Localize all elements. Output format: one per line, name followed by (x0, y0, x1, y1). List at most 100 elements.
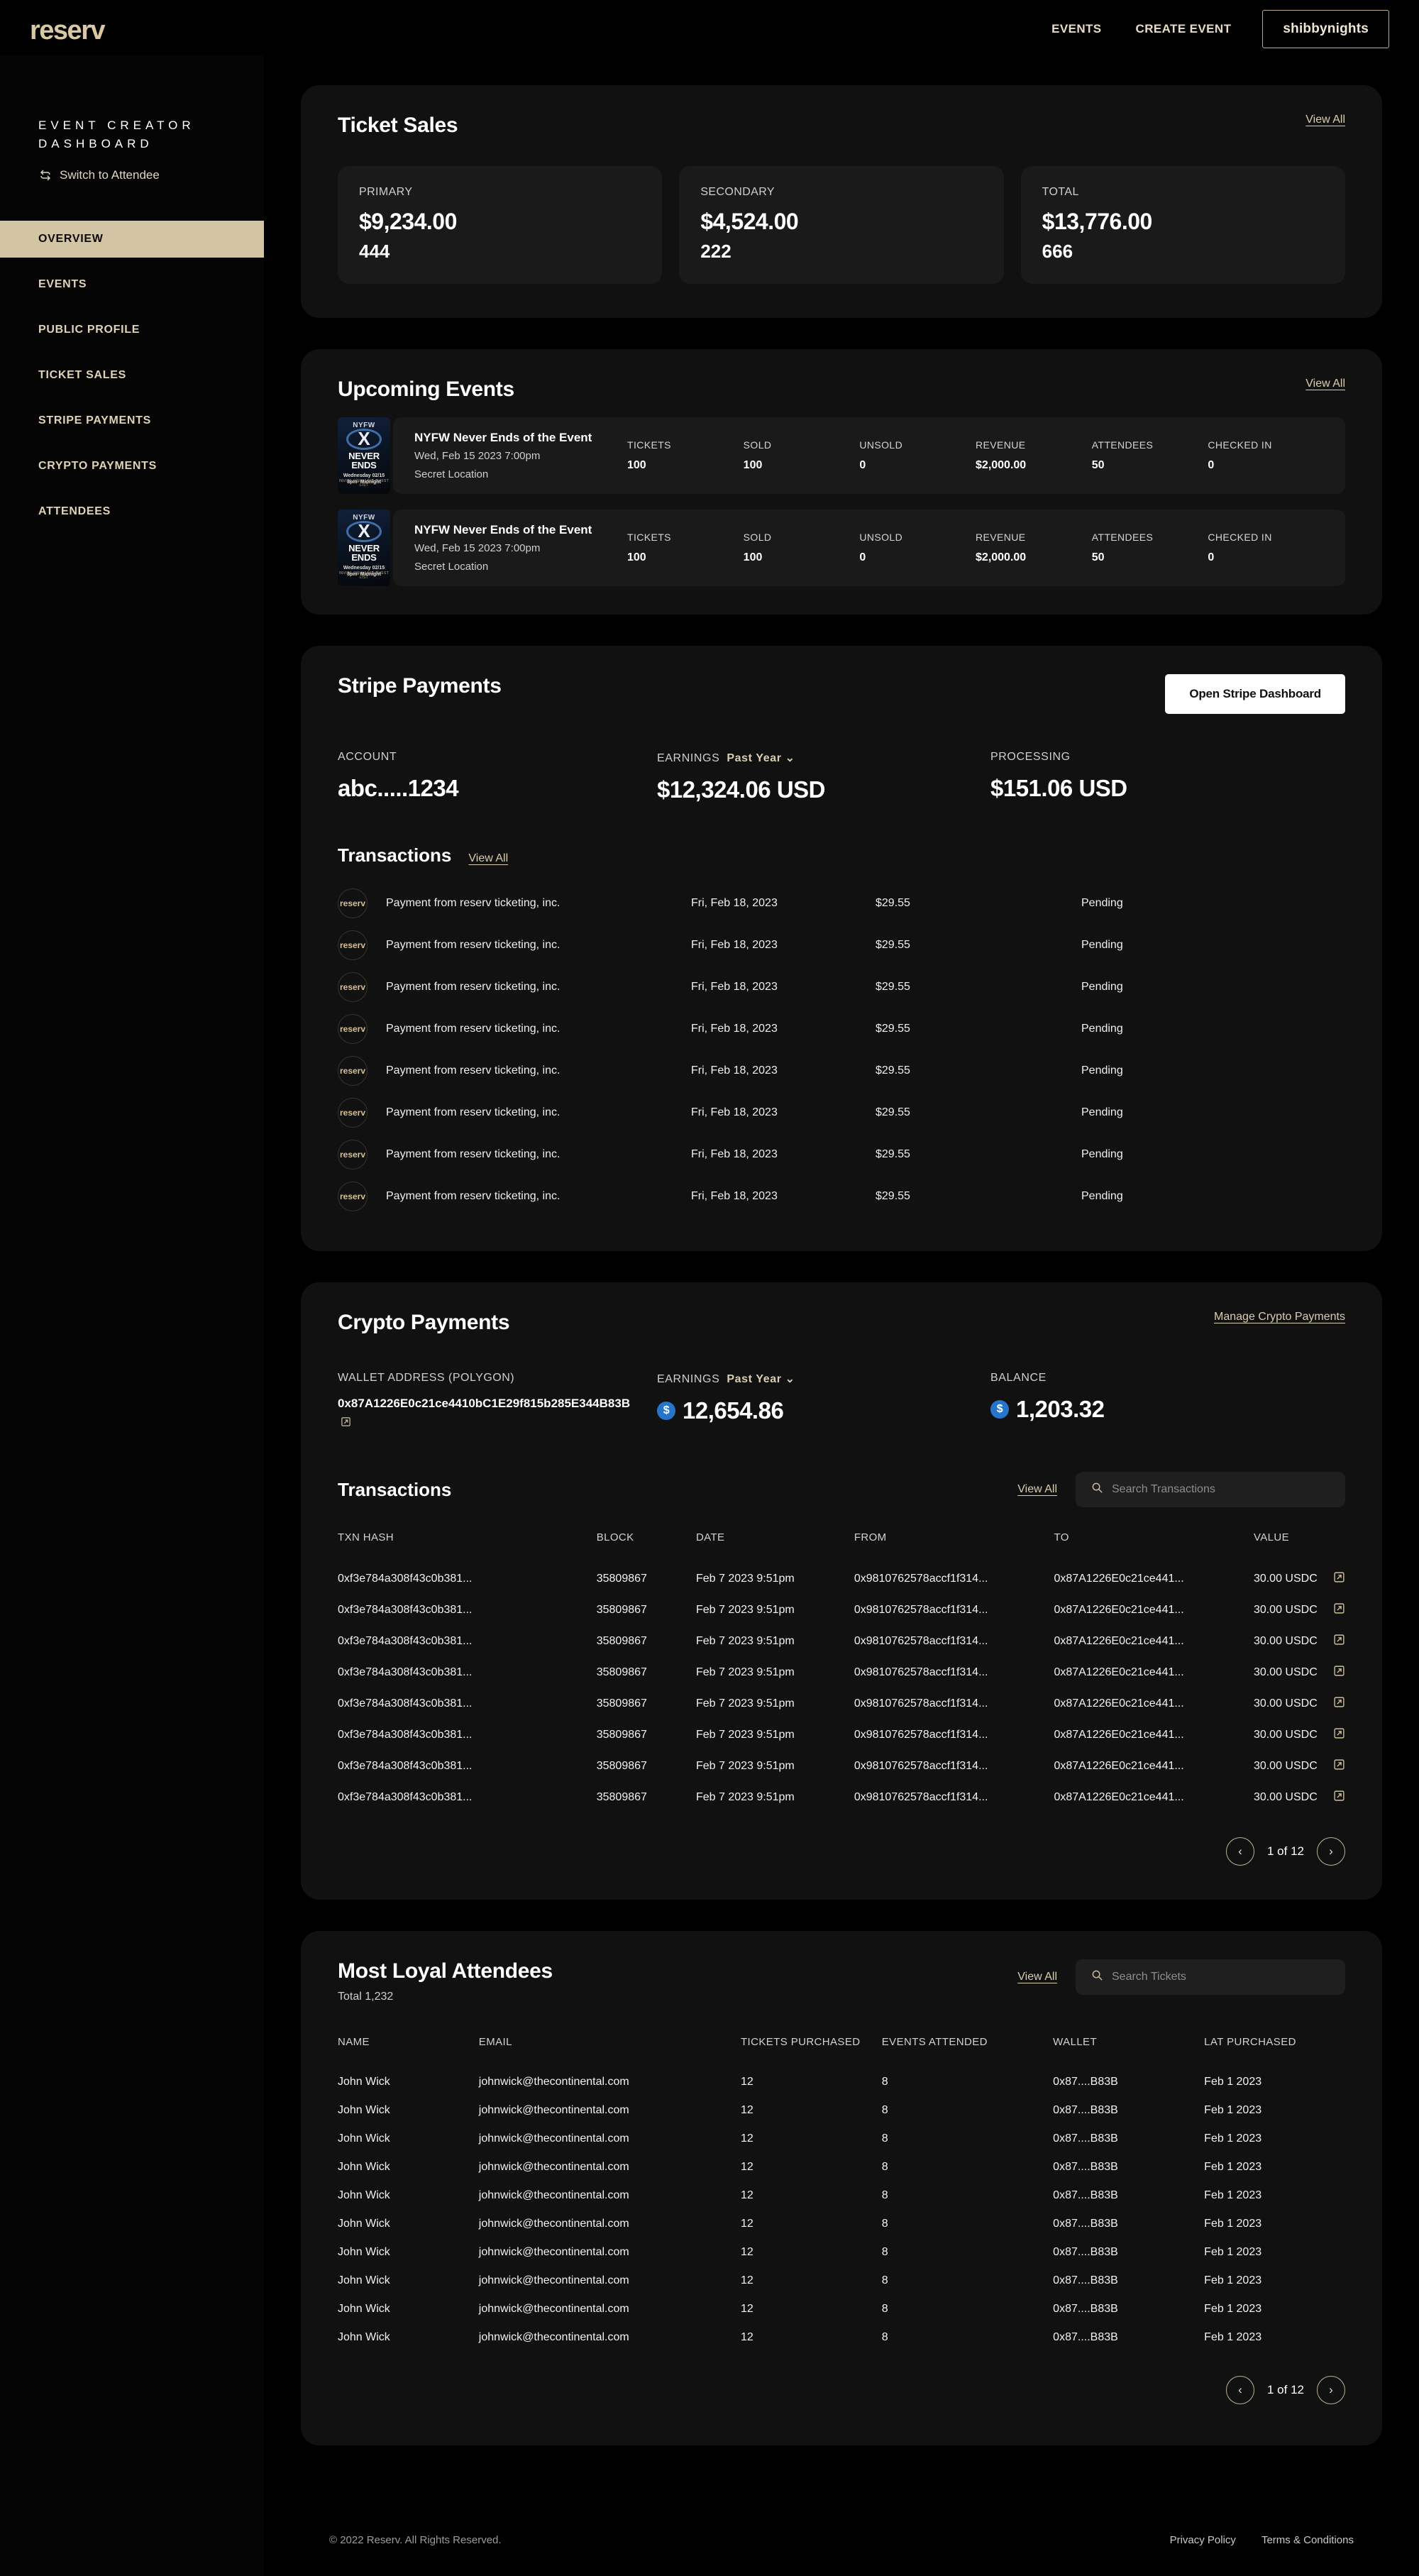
sidebar-item-overview[interactable]: OVERVIEW (0, 221, 264, 258)
nav-create-event-link[interactable]: CREATE EVENT (1133, 16, 1235, 42)
sidebar-item-stripe-payments[interactable]: STRIPE PAYMENTS (0, 402, 264, 439)
external-link-icon[interactable] (1333, 1719, 1345, 1751)
block-cell: 35809867 (597, 1595, 696, 1626)
table-row[interactable]: John Wick johnwick@thecontinental.com 12… (338, 2181, 1345, 2210)
transaction-description: Payment from reserv ticketing, inc. (386, 1106, 691, 1119)
last-purchased-cell: Feb 1 2023 (1204, 2267, 1345, 2295)
transaction-status: Pending (1081, 1106, 1123, 1119)
transaction-row[interactable]: reserv Payment from reserv ticketing, in… (338, 924, 1345, 966)
stripe-account-label: ACCOUNT (338, 751, 397, 764)
event-location: Secret Location (414, 561, 627, 573)
transaction-row[interactable]: reserv Payment from reserv ticketing, in… (338, 882, 1345, 924)
open-stripe-dashboard-button[interactable]: Open Stripe Dashboard (1165, 674, 1345, 714)
pagination-next-button[interactable]: › (1317, 1837, 1345, 1866)
table-row[interactable]: 0xf3e784a308f43c0b381... 35809867 Feb 7 … (338, 1688, 1345, 1719)
stat-card-total: TOTAL $13,776.00 666 (1021, 166, 1345, 284)
table-row[interactable]: 0xf3e784a308f43c0b381... 35809867 Feb 7 … (338, 1657, 1345, 1688)
search-transactions-input[interactable]: Search Transactions (1076, 1472, 1345, 1507)
table-row[interactable]: John Wick johnwick@thecontinental.com 12… (338, 2210, 1345, 2238)
table-row[interactable]: 0xf3e784a308f43c0b381... 35809867 Feb 7 … (338, 1626, 1345, 1657)
external-link-icon[interactable] (341, 1414, 351, 1425)
terms-conditions-link[interactable]: Terms & Conditions (1261, 2534, 1354, 2546)
block-cell: 35809867 (597, 1626, 696, 1657)
stripe-earnings-period-dropdown[interactable]: Past Year ⌄ (727, 751, 795, 765)
event-row[interactable]: NYFWX NEVERENDS Wednesday 02/15 8pm- Mid… (338, 417, 1345, 494)
column-header: FROM (854, 1531, 1054, 1563)
sidebar-item-ticket-sales[interactable]: TICKET SALES (0, 357, 264, 394)
txn-hash-cell: 0xf3e784a308f43c0b381... (338, 1563, 597, 1595)
crypto-transactions-view-all-link[interactable]: View All (1017, 1483, 1057, 1496)
sidebar-item-events[interactable]: EVENTS (0, 266, 264, 303)
table-row[interactable]: 0xf3e784a308f43c0b381... 35809867 Feb 7 … (338, 1563, 1345, 1595)
pagination-prev-button[interactable]: ‹ (1226, 1837, 1254, 1866)
external-link-icon[interactable] (1333, 1626, 1345, 1657)
external-link-icon[interactable] (1333, 1657, 1345, 1688)
event-stat-label: TICKETS (627, 532, 744, 543)
wallet-cell: 0x87....B83B (1053, 2238, 1204, 2267)
transaction-row[interactable]: reserv Payment from reserv ticketing, in… (338, 1050, 1345, 1091)
ticket-sales-view-all-link[interactable]: View All (1305, 114, 1345, 126)
transaction-date: Fri, Feb 18, 2023 (691, 1148, 876, 1161)
transaction-description: Payment from reserv ticketing, inc. (386, 1064, 691, 1077)
nav-events-link[interactable]: EVENTS (1049, 16, 1104, 42)
user-account-button[interactable]: shibbynights (1262, 10, 1389, 48)
events-attended-cell: 8 (882, 2153, 1053, 2181)
last-purchased-cell: Feb 1 2023 (1204, 2238, 1345, 2267)
event-stat-label: UNSOLD (859, 439, 976, 451)
table-row[interactable]: 0xf3e784a308f43c0b381... 35809867 Feb 7 … (338, 1751, 1345, 1782)
table-row[interactable]: John Wick johnwick@thecontinental.com 12… (338, 2267, 1345, 2295)
switch-to-attendee-label: Switch to Attendee (60, 168, 160, 182)
external-link-icon[interactable] (1333, 1563, 1345, 1595)
attendees-total: Total 1,232 (338, 1991, 553, 2003)
attendees-view-all-link[interactable]: View All (1017, 1971, 1057, 1983)
privacy-policy-link[interactable]: Privacy Policy (1170, 2534, 1236, 2546)
wallet-cell: 0x87....B83B (1053, 2295, 1204, 2323)
event-stat-value: $2,000.00 (976, 551, 1092, 564)
external-link-icon[interactable] (1333, 1751, 1345, 1782)
crypto-wallet-kpi: WALLET ADDRESS (POLYGON) 0x87A1226E0c21c… (338, 1372, 657, 1431)
external-link-icon[interactable] (1333, 1595, 1345, 1626)
value-cell: 30.00 USDC (1254, 1688, 1333, 1719)
crypto-earnings-label: EARNINGS (657, 1373, 719, 1386)
table-row[interactable]: John Wick johnwick@thecontinental.com 12… (338, 2068, 1345, 2096)
stripe-transactions-view-all-link[interactable]: View All (468, 852, 508, 865)
crypto-earnings-period-dropdown[interactable]: Past Year ⌄ (727, 1372, 795, 1386)
table-row[interactable]: 0xf3e784a308f43c0b381... 35809867 Feb 7 … (338, 1719, 1345, 1751)
pagination-next-button[interactable]: › (1317, 2376, 1345, 2404)
crypto-pagination: ‹ 1 of 12 › (338, 1837, 1345, 1866)
upcoming-events-view-all-link[interactable]: View All (1305, 378, 1345, 390)
table-row[interactable]: John Wick johnwick@thecontinental.com 12… (338, 2096, 1345, 2125)
table-row[interactable]: John Wick johnwick@thecontinental.com 12… (338, 2238, 1345, 2267)
table-row[interactable]: John Wick johnwick@thecontinental.com 12… (338, 2153, 1345, 2181)
event-row[interactable]: NYFWX NEVERENDS Wednesday 02/15 8pm- Mid… (338, 510, 1345, 586)
reserv-logo[interactable]: reserv (30, 16, 104, 46)
table-row[interactable]: John Wick johnwick@thecontinental.com 12… (338, 2323, 1345, 2352)
table-row[interactable]: 0xf3e784a308f43c0b381... 35809867 Feb 7 … (338, 1782, 1345, 1813)
event-stat-value: 50 (1092, 459, 1208, 472)
tickets-purchased-cell: 12 (741, 2096, 882, 2125)
value-cell: 30.00 USDC (1254, 1657, 1333, 1688)
transaction-row[interactable]: reserv Payment from reserv ticketing, in… (338, 966, 1345, 1008)
table-row[interactable]: John Wick johnwick@thecontinental.com 12… (338, 2295, 1345, 2323)
pagination-prev-button[interactable]: ‹ (1226, 2376, 1254, 2404)
table-row[interactable]: 0xf3e784a308f43c0b381... 35809867 Feb 7 … (338, 1595, 1345, 1626)
search-tickets-input[interactable]: Search Tickets (1076, 1959, 1345, 1995)
sidebar-item-attendees[interactable]: ATTENDEES (0, 493, 264, 530)
wallet-cell: 0x87....B83B (1053, 2267, 1204, 2295)
transaction-row[interactable]: reserv Payment from reserv ticketing, in… (338, 1008, 1345, 1050)
tickets-purchased-cell: 12 (741, 2267, 882, 2295)
external-link-icon[interactable] (1333, 1688, 1345, 1719)
sidebar-item-crypto-payments[interactable]: CRYPTO PAYMENTS (0, 448, 264, 485)
manage-crypto-payments-link[interactable]: Manage Crypto Payments (1214, 1311, 1345, 1323)
sidebar-item-public-profile[interactable]: PUBLIC PROFILE (0, 312, 264, 348)
switch-to-attendee-button[interactable]: Switch to Attendee (38, 168, 264, 182)
transaction-row[interactable]: reserv Payment from reserv ticketing, in… (338, 1091, 1345, 1133)
transaction-row[interactable]: reserv Payment from reserv ticketing, in… (338, 1175, 1345, 1217)
transaction-row[interactable]: reserv Payment from reserv ticketing, in… (338, 1133, 1345, 1175)
column-header: DATE (696, 1531, 854, 1563)
external-link-icon[interactable] (1333, 1782, 1345, 1813)
table-row[interactable]: John Wick johnwick@thecontinental.com 12… (338, 2125, 1345, 2153)
transaction-amount: $29.55 (876, 1148, 1081, 1161)
email-cell: johnwick@thecontinental.com (479, 2125, 741, 2153)
email-cell: johnwick@thecontinental.com (479, 2153, 741, 2181)
